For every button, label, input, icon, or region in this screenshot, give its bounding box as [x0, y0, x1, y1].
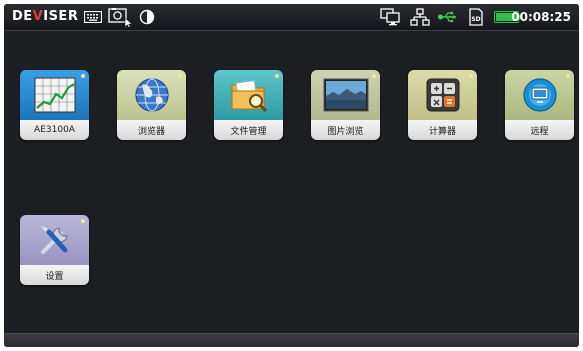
keyboard-icon[interactable]: [83, 8, 103, 26]
device-screen: DEVISER SD 00:08:25 AE3100A 浏览器 文件管理 图片浏…: [4, 4, 579, 347]
landscape-icon: [311, 70, 380, 120]
app-label: 文件管理: [214, 120, 283, 140]
contrast-icon[interactable]: [138, 8, 156, 26]
app-browser[interactable]: 浏览器: [117, 70, 186, 140]
app-calculator[interactable]: 计算器: [408, 70, 477, 140]
svg-text:SD: SD: [471, 16, 480, 23]
app-file-manager[interactable]: 文件管理: [214, 70, 283, 140]
network-icon: [409, 8, 431, 26]
notify-dot: [275, 74, 279, 78]
app-image-viewer[interactable]: 图片浏览: [311, 70, 380, 140]
folder-search-icon: [214, 70, 283, 120]
tools-icon: [20, 215, 89, 265]
app-label: 远程: [505, 120, 574, 140]
notify-dot: [81, 219, 85, 223]
app-label: 计算器: [408, 120, 477, 140]
sd-card-icon: SD: [468, 8, 484, 26]
usb-icon: [437, 8, 459, 26]
app-ae3100a[interactable]: AE3100A: [20, 70, 89, 140]
app-label: AE3100A: [20, 120, 89, 140]
app-label: 设置: [20, 265, 89, 285]
brand-logo: DEVISER: [12, 9, 79, 24]
app-label: 浏览器: [117, 120, 186, 140]
monitor-icon[interactable]: [379, 8, 401, 26]
clock-time: 00:08:25: [511, 10, 571, 24]
app-settings[interactable]: 设置: [20, 215, 89, 285]
notify-dot: [566, 74, 570, 78]
notify-dot: [178, 74, 182, 78]
calculator-icon: [408, 70, 477, 120]
screenshot-icon[interactable]: [108, 8, 134, 27]
notify-dot: [372, 74, 376, 78]
remote-icon: [505, 70, 574, 120]
app-remote[interactable]: 远程: [505, 70, 574, 140]
bottom-bar: [4, 333, 579, 347]
notify-dot: [469, 74, 473, 78]
globe-icon: [117, 70, 186, 120]
status-bar: DEVISER SD 00:08:25: [4, 4, 579, 31]
notify-dot: [81, 74, 85, 78]
chart-icon: [20, 70, 89, 120]
app-label: 图片浏览: [311, 120, 380, 140]
